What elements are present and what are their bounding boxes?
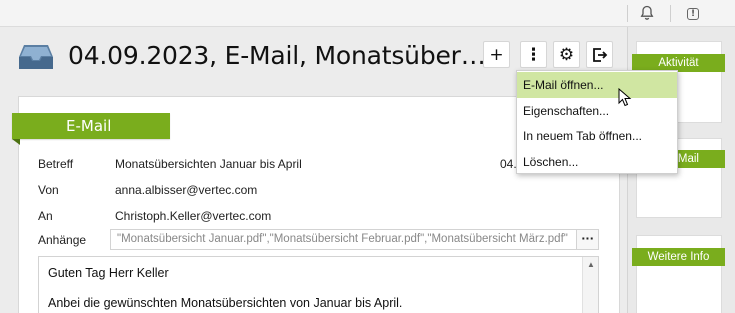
scroll-up-icon[interactable]: ▲	[583, 257, 599, 273]
from-label: Von	[38, 183, 59, 197]
settings-button[interactable]: ⚙	[553, 41, 580, 68]
exit-button[interactable]	[586, 41, 613, 68]
body-line: Guten Tag Herr Keller	[48, 266, 169, 280]
menu-item-delete[interactable]: Löschen...	[517, 149, 677, 175]
more-options-button[interactable]: ⋮	[520, 41, 547, 68]
inbox-tray-icon	[18, 43, 54, 71]
menu-item-properties[interactable]: Eigenschaften...	[517, 98, 677, 124]
subject-label: Betreff	[38, 157, 74, 171]
menu-item-open-new-tab[interactable]: In neuem Tab öffnen...	[517, 123, 677, 149]
date-value: 04.	[500, 157, 517, 171]
attachments-label: Anhänge	[38, 233, 87, 247]
menu-item-open-email[interactable]: E-Mail öffnen...	[517, 72, 677, 98]
attachments-field[interactable]: "Monatsübersicht Januar.pdf","Monatsüber…	[110, 229, 577, 250]
to-label: An	[38, 209, 53, 223]
vertical-scrollbar[interactable]: ▲	[582, 257, 598, 313]
alert-square-icon[interactable]: !	[687, 8, 699, 20]
body-line: Anbei die gewünschten Monatsübersichten …	[48, 296, 403, 310]
top-toolbar: !	[0, 0, 735, 27]
subject-value[interactable]: Monatsübersichten Januar bis April	[115, 157, 302, 171]
mouse-pointer-icon	[618, 88, 632, 107]
further-info-card	[636, 235, 722, 313]
attachments-more-button[interactable]: ···	[577, 229, 599, 250]
to-value[interactable]: Christoph.Keller@vertec.com	[115, 209, 271, 223]
exit-icon	[592, 47, 607, 62]
from-value[interactable]: anna.albisser@vertec.com	[115, 183, 257, 197]
section-ribbon-email: E-Mail	[12, 113, 170, 145]
page-title: 04.09.2023, E-Mail, Monatsüber…	[68, 41, 486, 70]
email-body[interactable]: Guten Tag Herr Keller Anbei die gewünsch…	[38, 256, 599, 313]
toolbar-divider	[627, 5, 628, 22]
further-info-ribbon[interactable]: Weitere Info	[632, 248, 725, 266]
bell-icon[interactable]	[638, 5, 656, 23]
gear-icon: ⚙	[558, 44, 575, 65]
add-button[interactable]: +	[483, 41, 510, 68]
more-options-menu: E-Mail öffnen... Eigenschaften... In neu…	[516, 70, 678, 174]
toolbar-divider	[670, 5, 671, 22]
